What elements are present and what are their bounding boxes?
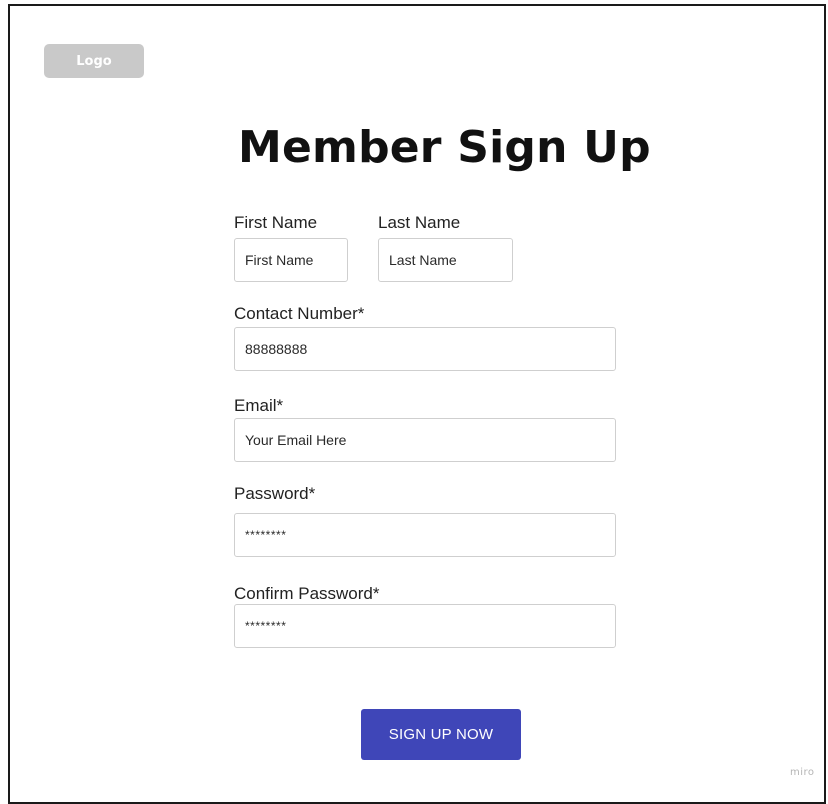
email-label: Email* xyxy=(234,396,284,415)
first-name-label: First Name xyxy=(234,213,318,232)
logo[interactable]: Logo xyxy=(44,44,144,78)
confirm-password-input[interactable] xyxy=(234,604,616,648)
contact-number-label: Contact Number* xyxy=(234,304,365,323)
last-name-label: Last Name xyxy=(378,213,461,232)
password-label: Password* xyxy=(234,484,316,503)
last-name-input[interactable] xyxy=(378,238,513,282)
sign-up-button[interactable]: SIGN UP NOW xyxy=(361,709,521,760)
email-input[interactable] xyxy=(234,418,616,462)
page-title: Member Sign Up xyxy=(238,122,651,173)
contact-number-input[interactable] xyxy=(234,327,616,371)
confirm-password-label: Confirm Password* xyxy=(234,584,380,603)
password-input[interactable] xyxy=(234,513,616,557)
miro-watermark: miro xyxy=(790,767,815,778)
first-name-input[interactable] xyxy=(234,238,348,282)
page-frame: Logo Member Sign Up First Name Last Name… xyxy=(8,4,826,804)
